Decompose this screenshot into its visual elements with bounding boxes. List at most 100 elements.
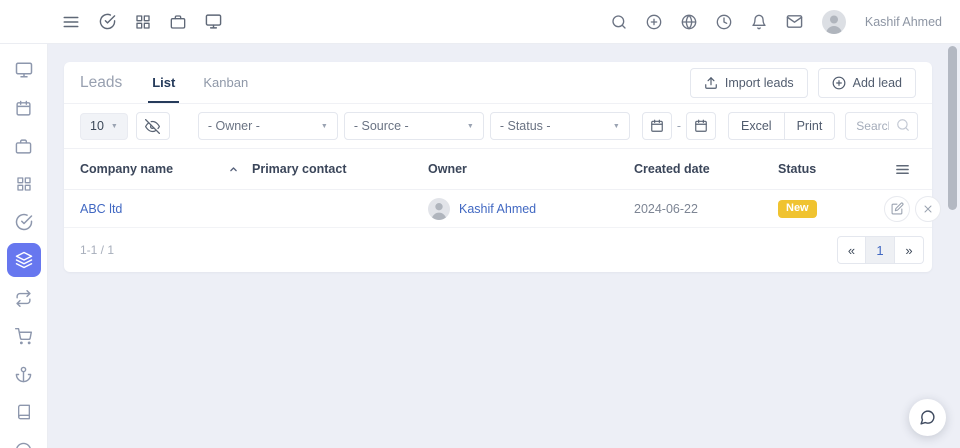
owner-filter-select[interactable]: - Owner - ▼	[197, 112, 338, 140]
column-header-status[interactable]: Status	[778, 162, 884, 176]
calendar-icon	[651, 119, 663, 132]
date-range-separator: -	[676, 119, 682, 133]
status-filter-select[interactable]: - Status - ▼	[489, 112, 630, 140]
monitor-icon	[7, 53, 41, 87]
sidebar-item-anchor[interactable]	[5, 355, 43, 393]
cart-icon	[7, 319, 41, 353]
apps-grid-icon[interactable]	[135, 14, 151, 30]
column-header-created-date[interactable]: Created date	[634, 162, 778, 176]
check-circle-icon	[7, 205, 41, 239]
sidebar-item-products[interactable]	[5, 127, 43, 165]
sort-asc-icon[interactable]	[229, 165, 238, 174]
cell-company-name: ABC ltd	[80, 202, 252, 216]
add-lead-button[interactable]: Add lead	[817, 67, 916, 98]
layers-icon	[6, 243, 41, 277]
view-tabs: List Kanban	[148, 62, 248, 103]
column-label: Status	[778, 162, 817, 176]
anchor-icon	[7, 357, 41, 391]
import-leads-button[interactable]: Import leads	[689, 67, 808, 98]
sidebar-item-contacts[interactable]	[5, 393, 43, 431]
export-excel-button[interactable]: Excel	[728, 112, 784, 140]
grid-icon	[7, 167, 41, 201]
sidebar-item-activities[interactable]	[5, 203, 43, 241]
sidebar-item-quotes[interactable]	[5, 317, 43, 355]
list-menu-icon[interactable]	[895, 162, 910, 177]
scrollbar-thumb[interactable]	[948, 46, 957, 210]
plus-circle-icon	[832, 76, 846, 89]
toggle-columns-button[interactable]	[135, 112, 170, 140]
activities-icon[interactable]	[99, 13, 116, 30]
import-leads-label: Import leads	[724, 75, 794, 90]
monitor-icon[interactable]	[205, 13, 222, 30]
edit-pencil-icon	[891, 202, 904, 215]
tab-kanban[interactable]: Kanban	[203, 62, 248, 103]
source-filter-value: - Source -	[353, 119, 409, 133]
header-actions: Import leads Add lead	[689, 67, 916, 98]
close-x-icon	[924, 205, 932, 212]
filter-toolbar: 10 ▼ - Owner - ▼ - Source - ▼ - Status -…	[64, 104, 932, 148]
pagination-page-1[interactable]: 1	[866, 236, 895, 264]
column-header-company-name[interactable]: Company name	[80, 162, 252, 176]
status-filter-value: - Status -	[499, 119, 551, 133]
chevron-down-icon: ▼	[466, 122, 474, 130]
date-from-button[interactable]	[641, 112, 672, 140]
briefcase-icon	[7, 129, 41, 163]
sidebar-item-settings[interactable]	[5, 431, 43, 448]
eye-off-icon	[145, 118, 161, 134]
sidebar-item-leads[interactable]	[5, 241, 43, 279]
page-title: Leads	[80, 73, 123, 91]
pagination-next-button[interactable]: »	[895, 236, 924, 264]
chevron-down-icon: ▼	[612, 122, 620, 130]
sidebar	[0, 44, 48, 448]
export-button-group: Excel Print	[728, 112, 836, 140]
mail-icon[interactable]	[786, 13, 803, 30]
topbar-left-icons	[62, 13, 222, 31]
user-name[interactable]: Kashif Ahmed	[865, 15, 942, 29]
column-header-primary-contact[interactable]: Primary contact	[252, 162, 428, 176]
quick-add-icon[interactable]	[646, 14, 662, 30]
history-clock-icon[interactable]	[716, 14, 732, 30]
print-button[interactable]: Print	[783, 112, 836, 140]
column-header-owner[interactable]: Owner	[428, 162, 634, 176]
date-to-button[interactable]	[686, 112, 717, 140]
column-header-actions	[884, 162, 916, 177]
sidebar-item-apps[interactable]	[5, 165, 43, 203]
column-label: Primary contact	[252, 162, 347, 176]
menu-toggle-icon[interactable]	[62, 13, 80, 31]
owner-filter-value: - Owner -	[207, 119, 260, 133]
edit-row-button[interactable]	[884, 195, 910, 222]
briefcase-icon[interactable]	[170, 14, 186, 30]
sidebar-item-calendar[interactable]	[5, 89, 43, 127]
chevron-down-icon: ▼	[320, 122, 328, 130]
book-icon	[7, 395, 41, 429]
search-box	[845, 112, 918, 140]
card-header: Leads List Kanban Import leads Add lead	[64, 62, 932, 104]
cell-created-date: 2024-06-22	[634, 201, 698, 216]
source-filter-select[interactable]: - Source - ▼	[343, 112, 484, 140]
cell-owner: Kashif Ahmed	[428, 197, 634, 220]
sidebar-item-workflows[interactable]	[5, 279, 43, 317]
user-avatar[interactable]	[821, 9, 846, 34]
globe-icon[interactable]	[681, 14, 697, 30]
per-page-value: 10	[90, 119, 104, 133]
calendar-icon	[7, 91, 41, 125]
sidebar-item-dashboard[interactable]	[5, 51, 43, 89]
notifications-bell-icon[interactable]	[751, 14, 767, 30]
column-label: Created date	[634, 162, 710, 176]
topbar-right-icons: Kashif Ahmed	[611, 9, 942, 34]
tab-list[interactable]: List	[148, 62, 180, 103]
pagination-prev-button[interactable]: «	[837, 236, 866, 264]
per-page-select[interactable]: 10 ▼	[80, 112, 128, 140]
cell-status: New	[778, 199, 884, 218]
upload-icon	[705, 76, 717, 89]
repeat-icon	[7, 281, 41, 315]
add-lead-label: Add lead	[852, 75, 902, 90]
calendar-icon	[695, 119, 707, 132]
delete-row-button[interactable]	[915, 195, 941, 222]
status-badge: New	[778, 199, 817, 218]
owner-link[interactable]: Kashif Ahmed	[459, 202, 536, 216]
chat-button[interactable]	[909, 399, 946, 436]
search-icon[interactable]	[611, 14, 627, 30]
company-link[interactable]: ABC ltd	[80, 202, 122, 216]
table-header-row: Company name Primary contact Owner Creat…	[64, 148, 932, 190]
